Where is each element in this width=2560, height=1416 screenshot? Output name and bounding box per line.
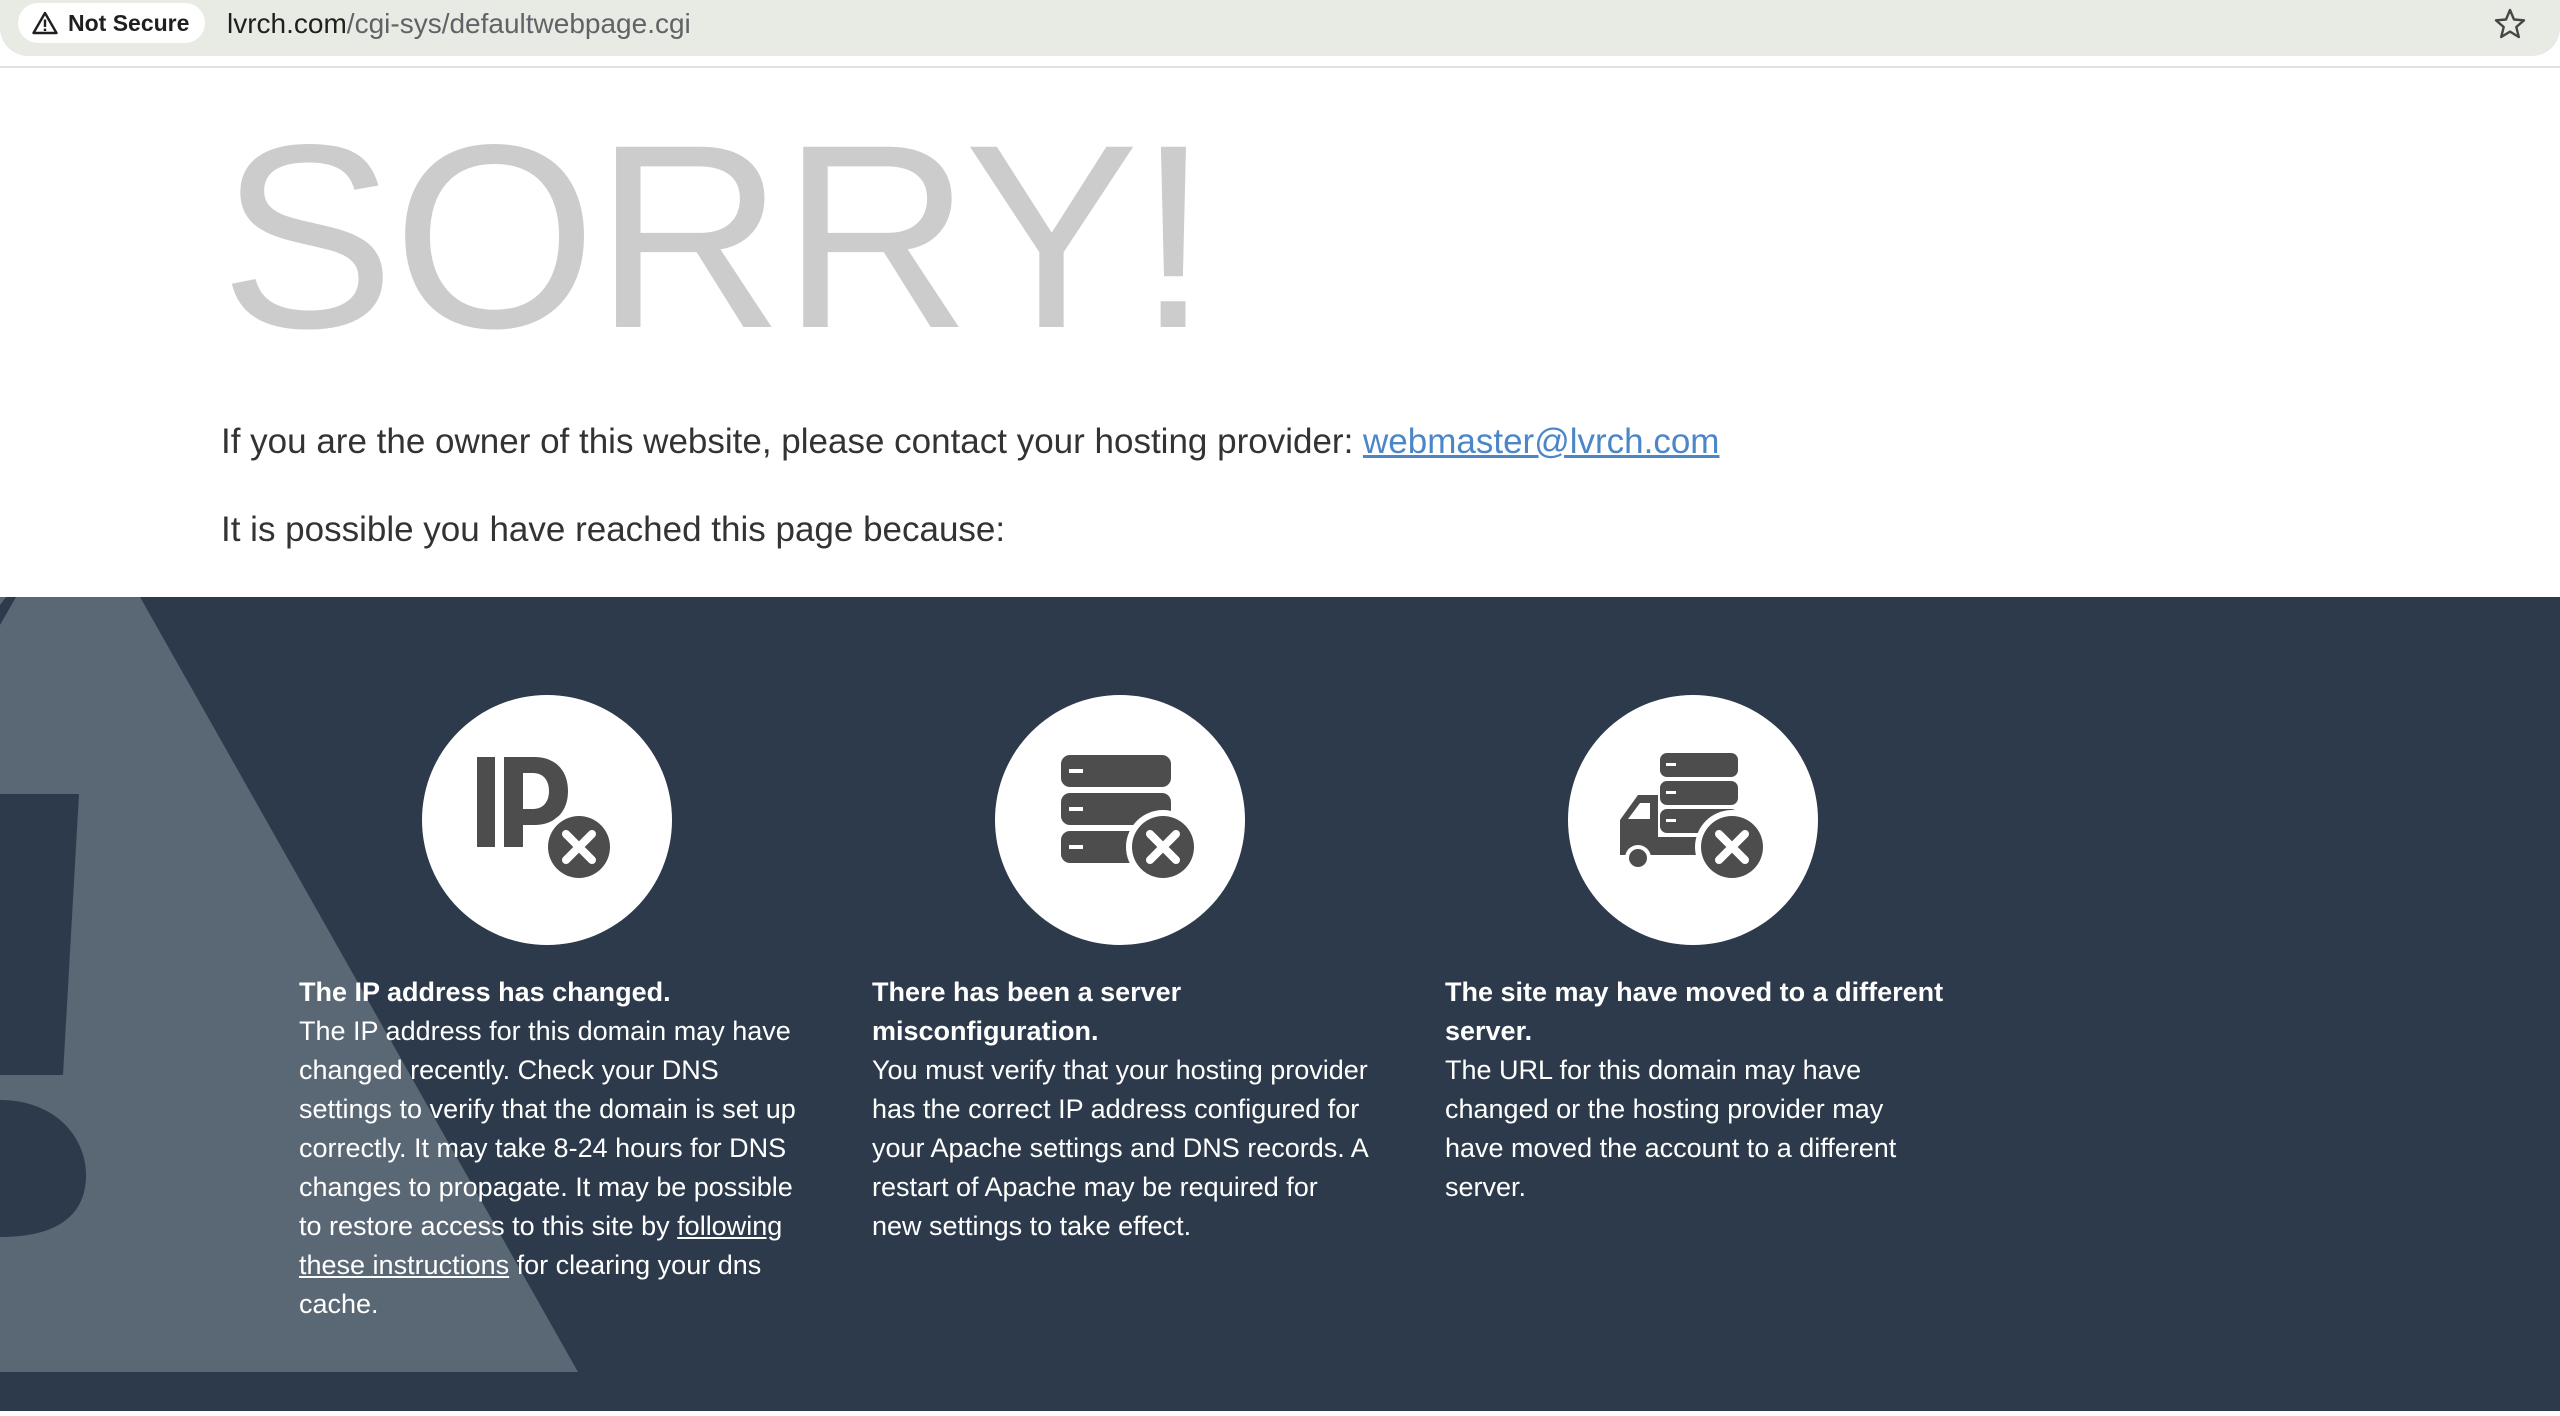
reason-icon-circle [1568,695,1818,945]
reason-body: You must verify that your hosting provid… [872,1055,1368,1241]
reasons-section: The IP address has changed. The IP addres… [0,597,2560,1416]
reason-body: The URL for this domain may have changed… [1445,1055,1897,1202]
url-text[interactable]: lvrch.com/cgi-sys/defaultwebpage.cgi [227,8,691,40]
page-bottom-edge [0,1411,2560,1416]
url-path: /cgi-sys/defaultwebpage.cgi [346,8,691,39]
omnibox[interactable]: Not Secure lvrch.com/cgi-sys/defaultwebp… [0,0,2560,56]
bookmark-star-icon[interactable] [2492,6,2528,42]
webmaster-email-link[interactable]: webmaster@lvrch.com [1363,422,1719,461]
reason-title: There has been a server misconfiguration… [872,977,1182,1046]
url-domain: lvrch.com [227,8,347,39]
server-moved-icon [1620,753,1769,884]
warning-triangle-icon [32,11,58,35]
reason-title: The IP address has changed. [299,977,671,1007]
reason-body: The IP address for this domain may have … [299,1016,796,1241]
reason-text: The site may have moved to a different s… [1445,973,1945,1207]
owner-contact-line: If you are the owner of this website, pl… [221,422,1719,462]
reason-text: The IP address has changed. The IP addres… [299,973,799,1324]
server-error-icon [1061,755,1200,884]
reason-intro: It is possible you have reached this pag… [221,510,1006,549]
reason-icon-circle [422,695,672,945]
reason-title: The site may have moved to a different s… [1445,977,1944,1046]
reason-icon-circle [995,695,1245,945]
reason-text: There has been a server misconfiguration… [872,973,1372,1246]
owner-contact-text: If you are the owner of this website, pl… [221,422,1364,461]
page-heading: SORRY! [220,90,1210,383]
security-indicator[interactable]: Not Secure [18,3,206,43]
security-label: Not Secure [68,9,190,36]
browser-address-bar: Not Secure lvrch.com/cgi-sys/defaultwebp… [0,0,2560,68]
ip-error-icon [477,757,616,884]
